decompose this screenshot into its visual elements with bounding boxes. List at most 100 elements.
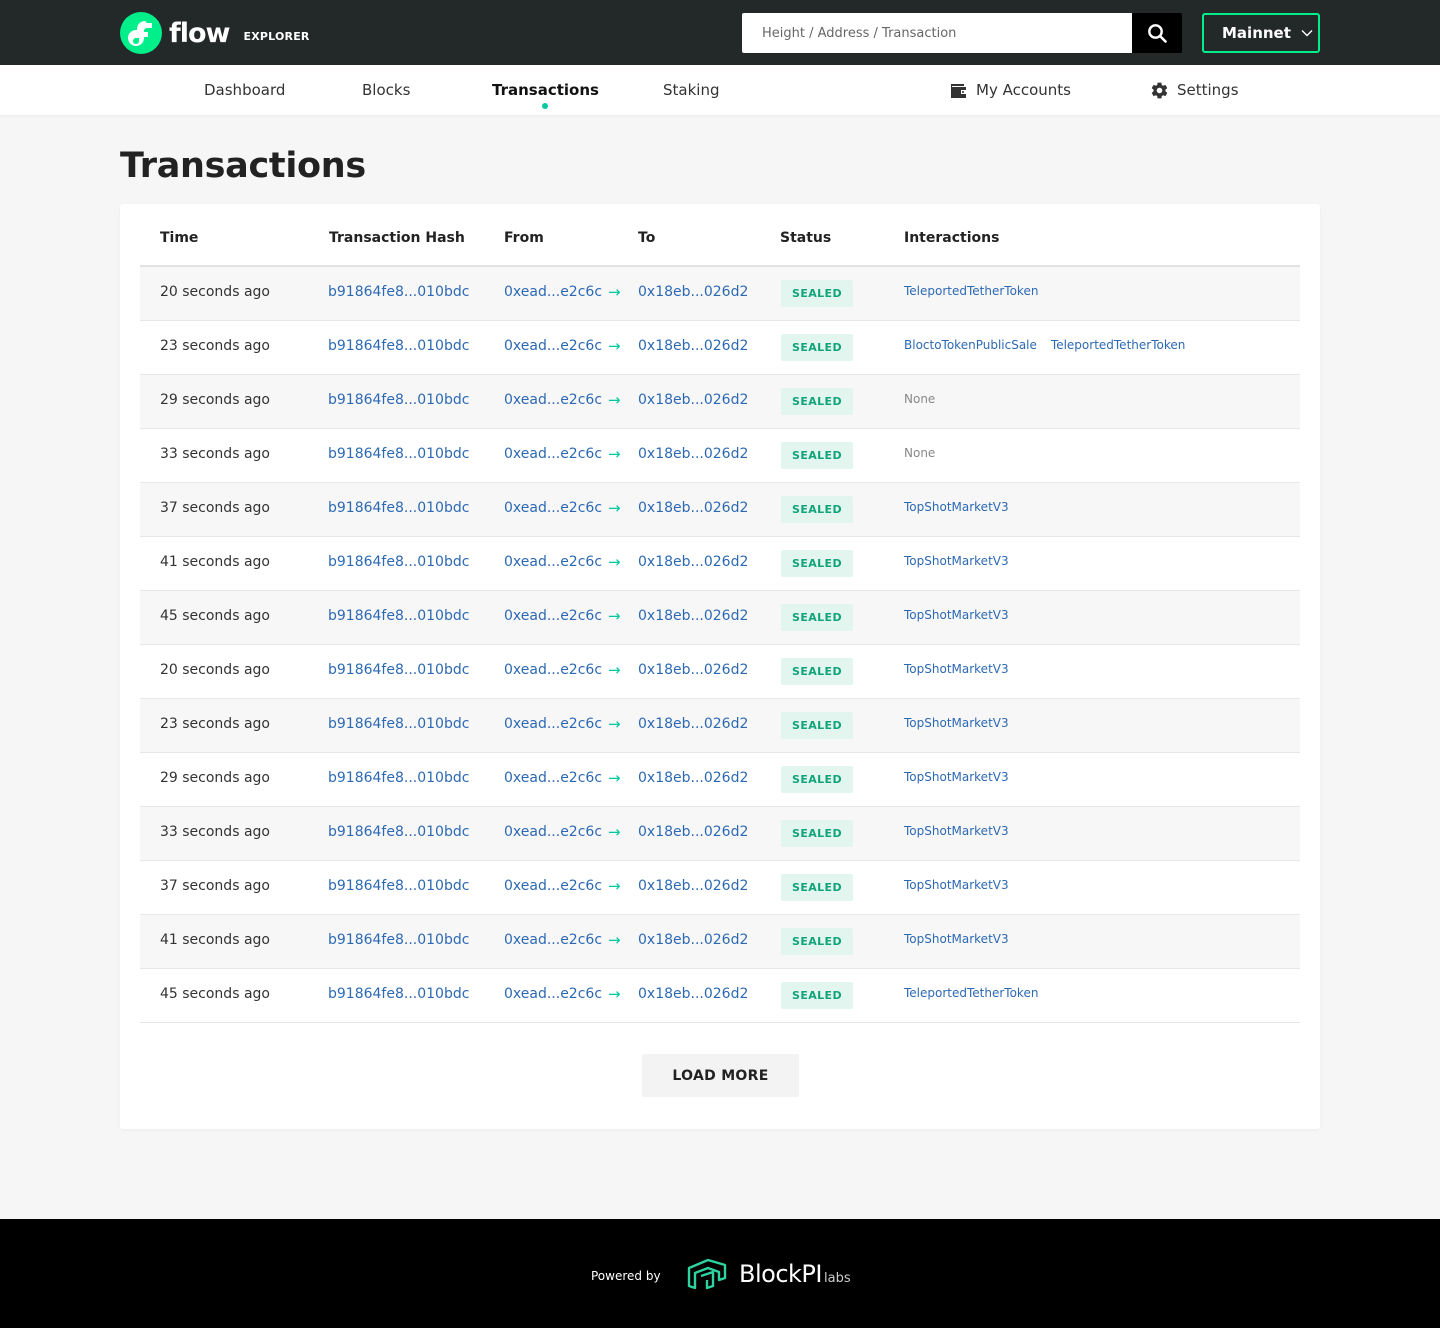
nav-transactions[interactable]: Transactions <box>492 65 599 115</box>
row-time: 41 seconds ago <box>160 932 270 948</box>
table-row: 41 seconds ago b91864fe8...010bdc 0xead...… <box>140 537 1300 591</box>
transaction-hash-link[interactable]: b91864fe8...010bdc <box>328 645 469 699</box>
from-address-link[interactable]: 0xead...e2c6c <box>504 861 602 915</box>
transaction-hash-link[interactable]: b91864fe8...010bdc <box>328 375 469 429</box>
to-address-link[interactable]: 0x18eb...026d2 <box>638 699 748 753</box>
nav-staking[interactable]: Staking <box>663 65 719 115</box>
nav-my-accounts[interactable]: My Accounts <box>949 65 1071 115</box>
interactions-cell: TopShotMarketV3 <box>904 483 1023 537</box>
transaction-hash-link[interactable]: b91864fe8...010bdc <box>328 483 469 537</box>
to-address-link[interactable]: 0x18eb...026d2 <box>638 537 748 591</box>
from-address-link[interactable]: 0xead...e2c6c <box>504 267 602 321</box>
to-address-link[interactable]: 0x18eb...026d2 <box>638 429 748 483</box>
from-address-link[interactable]: 0xead...e2c6c <box>504 915 602 969</box>
to-address-link[interactable]: 0x18eb...026d2 <box>638 321 748 375</box>
arrow-right-icon: → <box>608 391 621 409</box>
interaction-contract-link[interactable]: TeleportedTetherToken <box>1051 338 1185 352</box>
search-input[interactable] <box>742 13 1132 53</box>
gear-icon <box>1150 81 1169 100</box>
from-address-link[interactable]: 0xead...e2c6c <box>504 969 602 1023</box>
to-address-link[interactable]: 0x18eb...026d2 <box>638 807 748 861</box>
from-address-link[interactable]: 0xead...e2c6c <box>504 645 602 699</box>
status-badge: SEALED <box>781 280 854 307</box>
to-address-link[interactable]: 0x18eb...026d2 <box>638 969 748 1023</box>
table-row: 33 seconds ago b91864fe8...010bdc 0xead...… <box>140 807 1300 861</box>
nav-dashboard[interactable]: Dashboard <box>204 65 285 115</box>
transaction-hash-link[interactable]: b91864fe8...010bdc <box>328 537 469 591</box>
arrow-right-icon: → <box>608 337 621 355</box>
nav-blocks[interactable]: Blocks <box>362 65 410 115</box>
transaction-hash-link[interactable]: b91864fe8...010bdc <box>328 699 469 753</box>
table-row: 37 seconds ago b91864fe8...010bdc 0xead...… <box>140 483 1300 537</box>
row-time: 29 seconds ago <box>160 770 270 786</box>
transactions-table-body: 20 seconds ago b91864fe8...010bdc 0xead...… <box>140 267 1300 1023</box>
from-address-link[interactable]: 0xead...e2c6c <box>504 753 602 807</box>
status-badge: SEALED <box>781 442 854 469</box>
interaction-contract-link[interactable]: TopShotMarketV3 <box>904 878 1009 892</box>
column-header-status: Status <box>780 230 832 246</box>
from-address-link[interactable]: 0xead...e2c6c <box>504 483 602 537</box>
flow-logo[interactable]: flow EXPLORER <box>120 12 310 54</box>
from-address-link[interactable]: 0xead...e2c6c <box>504 537 602 591</box>
from-address-link[interactable]: 0xead...e2c6c <box>504 591 602 645</box>
arrow-right-icon: → <box>608 607 621 625</box>
transaction-hash-link[interactable]: b91864fe8...010bdc <box>328 267 469 321</box>
row-time: 45 seconds ago <box>160 608 270 624</box>
to-address-link[interactable]: 0x18eb...026d2 <box>638 861 748 915</box>
row-time: 33 seconds ago <box>160 446 270 462</box>
load-more-button[interactable]: LOAD MORE <box>642 1054 799 1097</box>
interaction-contract-link[interactable]: TeleportedTetherToken <box>904 284 1038 298</box>
to-address-link[interactable]: 0x18eb...026d2 <box>638 483 748 537</box>
transaction-hash-link[interactable]: b91864fe8...010bdc <box>328 753 469 807</box>
transaction-hash-link[interactable]: b91864fe8...010bdc <box>328 807 469 861</box>
from-address-link[interactable]: 0xead...e2c6c <box>504 699 602 753</box>
interaction-contract-link[interactable]: TopShotMarketV3 <box>904 608 1009 622</box>
interaction-contract-link[interactable]: TopShotMarketV3 <box>904 716 1009 730</box>
table-row: 23 seconds ago b91864fe8...010bdc 0xead...… <box>140 699 1300 753</box>
network-selector[interactable]: Mainnet <box>1202 13 1320 53</box>
transaction-hash-link[interactable]: b91864fe8...010bdc <box>328 591 469 645</box>
logo-wordmark: flow <box>169 17 230 49</box>
interactions-cell: TopShotMarketV3 <box>904 807 1023 861</box>
interaction-contract-link[interactable]: TopShotMarketV3 <box>904 932 1009 946</box>
interaction-contract-link[interactable]: TopShotMarketV3 <box>904 824 1009 838</box>
row-time: 37 seconds ago <box>160 878 270 894</box>
row-time: 23 seconds ago <box>160 338 270 354</box>
table-row: 20 seconds ago b91864fe8...010bdc 0xead...… <box>140 267 1300 321</box>
from-address-link[interactable]: 0xead...e2c6c <box>504 429 602 483</box>
arrow-right-icon: → <box>608 715 621 733</box>
to-address-link[interactable]: 0x18eb...026d2 <box>638 267 748 321</box>
from-address-link[interactable]: 0xead...e2c6c <box>504 807 602 861</box>
nav-my-accounts-label: My Accounts <box>976 81 1071 99</box>
blockpi-brand[interactable]: BlockPI <box>739 1260 822 1288</box>
interaction-contract-link[interactable]: TopShotMarketV3 <box>904 662 1009 676</box>
to-address-link[interactable]: 0x18eb...026d2 <box>638 591 748 645</box>
transaction-hash-link[interactable]: b91864fe8...010bdc <box>328 429 469 483</box>
search-button[interactable] <box>1132 13 1182 53</box>
blockpi-logo-icon[interactable] <box>686 1256 728 1296</box>
interaction-contract-link[interactable]: TopShotMarketV3 <box>904 554 1009 568</box>
transaction-hash-link[interactable]: b91864fe8...010bdc <box>328 915 469 969</box>
to-address-link[interactable]: 0x18eb...026d2 <box>638 753 748 807</box>
interaction-contract-link[interactable]: TeleportedTetherToken <box>904 986 1038 1000</box>
arrow-right-icon: → <box>608 661 621 679</box>
to-address-link[interactable]: 0x18eb...026d2 <box>638 915 748 969</box>
table-row: 37 seconds ago b91864fe8...010bdc 0xead...… <box>140 861 1300 915</box>
table-row: 41 seconds ago b91864fe8...010bdc 0xead...… <box>140 915 1300 969</box>
status-badge: SEALED <box>781 820 854 847</box>
interaction-contract-link[interactable]: TopShotMarketV3 <box>904 770 1009 784</box>
from-address-link[interactable]: 0xead...e2c6c <box>504 321 602 375</box>
to-address-link[interactable]: 0x18eb...026d2 <box>638 645 748 699</box>
status-badge: SEALED <box>781 550 854 577</box>
transaction-hash-link[interactable]: b91864fe8...010bdc <box>328 861 469 915</box>
interaction-contract-link[interactable]: TopShotMarketV3 <box>904 500 1009 514</box>
interaction-contract-link[interactable]: BloctoTokenPublicSale <box>904 338 1037 352</box>
from-address-link[interactable]: 0xead...e2c6c <box>504 375 602 429</box>
transaction-hash-link[interactable]: b91864fe8...010bdc <box>328 321 469 375</box>
to-address-link[interactable]: 0x18eb...026d2 <box>638 375 748 429</box>
network-label: Mainnet <box>1222 24 1291 42</box>
interactions-cell: TeleportedTetherToken <box>904 969 1052 1023</box>
transaction-hash-link[interactable]: b91864fe8...010bdc <box>328 969 469 1023</box>
nav-settings[interactable]: Settings <box>1150 65 1239 115</box>
interactions-cell: None <box>904 429 935 483</box>
